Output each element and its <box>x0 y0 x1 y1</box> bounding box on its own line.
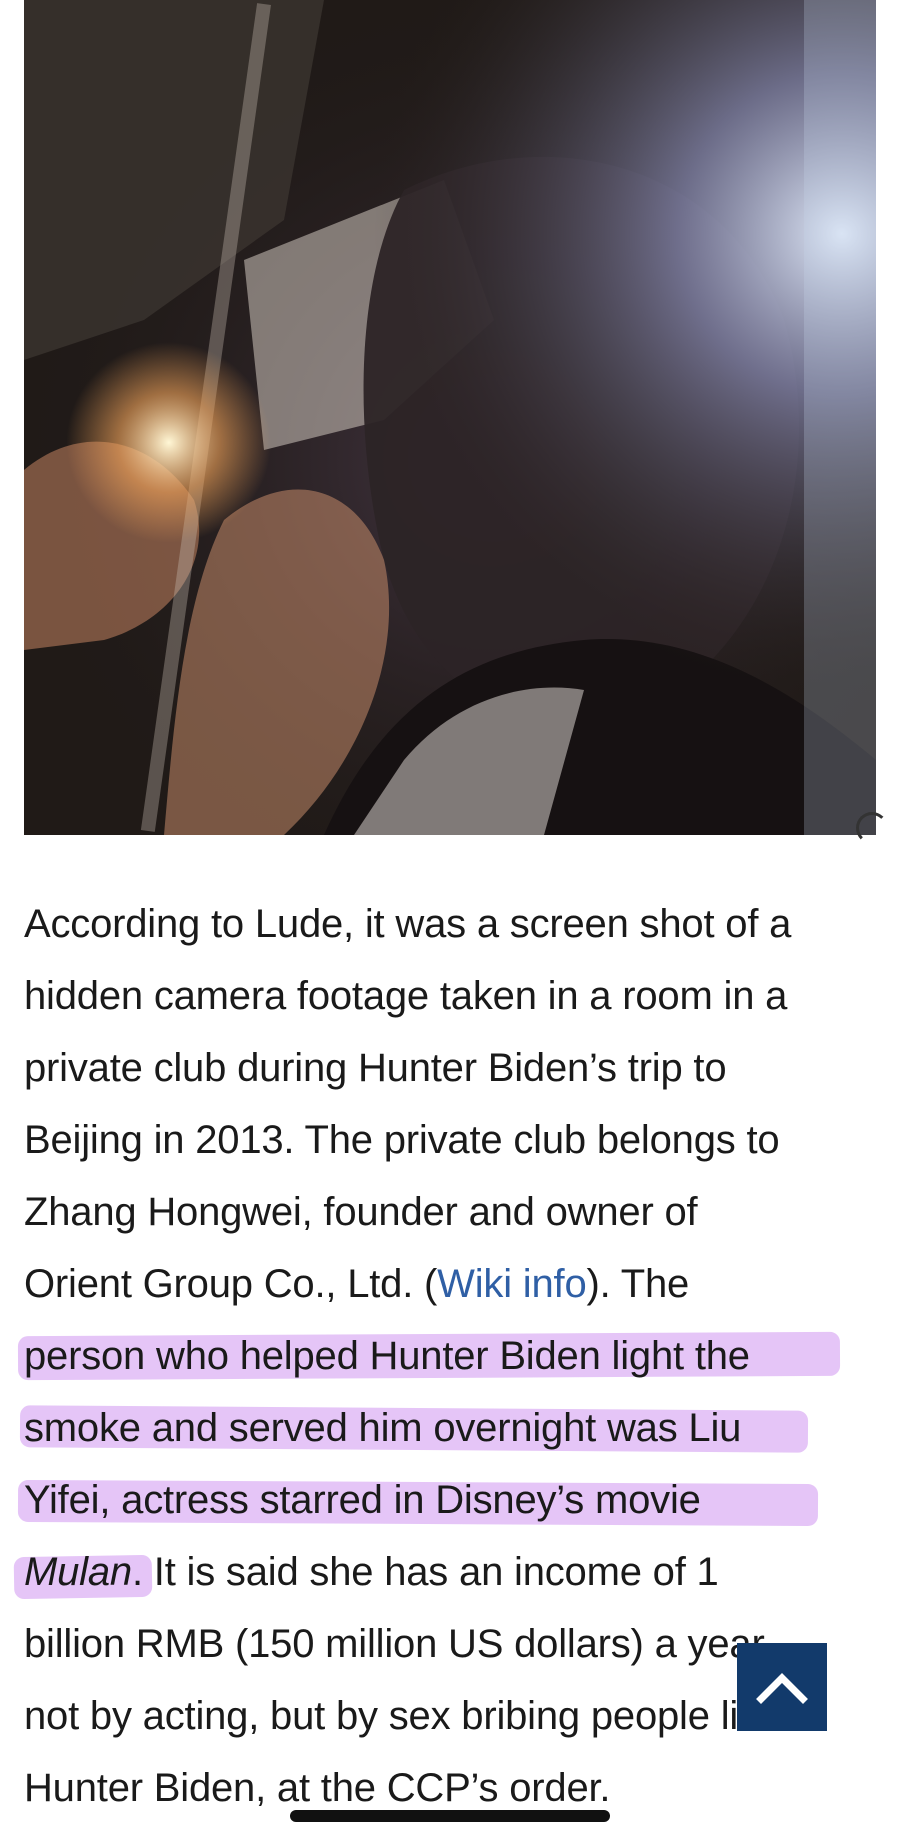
image-corner-mark <box>856 812 888 844</box>
home-indicator[interactable] <box>290 1810 610 1822</box>
chevron-up-icon <box>756 1673 808 1704</box>
article-line-highlighted: smoke and served him overnight was Liu <box>19 1392 874 1464</box>
line-text: Yifei, actress starred in Disney’s movie <box>24 1478 701 1522</box>
article-line: According to Lude, it was a screen shot … <box>24 888 874 960</box>
line-text: person who helped Hunter Biden light the <box>24 1334 750 1378</box>
article-line-highlighted: person who helped Hunter Biden light the <box>17 1320 874 1392</box>
article-line: Zhang Hongwei, founder and owner of <box>24 1176 874 1248</box>
article-line: Beijing in 2013. The private club belong… <box>24 1104 874 1176</box>
wiki-info-link[interactable]: Wiki info <box>437 1262 587 1306</box>
line-text: . It is said she has an income of 1 <box>131 1550 719 1594</box>
line-text: billion RMB (150 million US dollars) a y… <box>24 1622 765 1666</box>
line-text: private club during Hunter Biden’s trip … <box>24 1046 727 1090</box>
article-line: hidden camera footage taken in a room in… <box>24 960 874 1032</box>
article-line-highlighted: Yifei, actress starred in Disney’s movie <box>17 1464 874 1536</box>
line-text: not by acting, but by sex bribing people… <box>24 1694 780 1738</box>
article-photo <box>24 0 876 835</box>
article-line: Orient Group Co., Ltd. (Wiki info). The <box>24 1248 874 1320</box>
line-text: smoke and served him overnight was Liu <box>24 1406 742 1450</box>
line-text: Beijing in 2013. The private club belong… <box>24 1118 780 1162</box>
scroll-to-top-button[interactable] <box>737 1643 827 1731</box>
line-text: Zhang Hongwei, founder and owner of <box>24 1190 698 1234</box>
line-text: hidden camera footage taken in a room in… <box>24 974 788 1018</box>
line-text: According to Lude, it was a screen shot … <box>24 902 792 946</box>
line-text: Hunter Biden, at the CCP’s order. <box>24 1766 611 1810</box>
line-text: Orient Group Co., Ltd. ( <box>24 1262 438 1306</box>
photo-illustration <box>24 0 876 835</box>
article-line: private club during Hunter Biden’s trip … <box>24 1032 874 1104</box>
article-line: Mulan. It is said she has an income of 1 <box>13 1536 874 1608</box>
movie-title: Mulan <box>24 1550 132 1594</box>
line-text: ). The <box>586 1262 690 1306</box>
